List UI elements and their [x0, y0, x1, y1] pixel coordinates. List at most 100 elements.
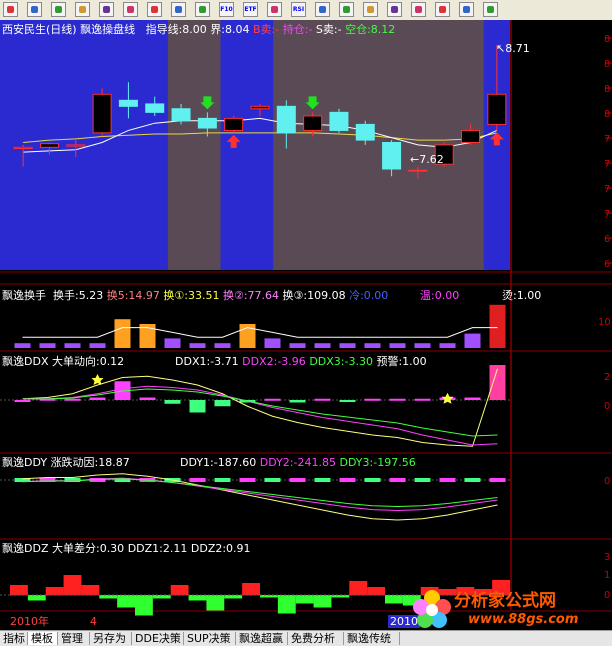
- tab-7[interactable]: 免费分析: [288, 632, 344, 645]
- turnover-bar-12: [314, 343, 331, 348]
- dollar-icon[interactable]: [363, 2, 378, 17]
- ddx-dir: 大单动向:0.12: [51, 355, 125, 368]
- line-chart-icon[interactable]: [27, 2, 42, 17]
- ddy-bar-16: [414, 478, 431, 482]
- candle-body-4: [118, 99, 138, 107]
- turnover-bar-0: [14, 343, 31, 348]
- candle-body-13: [355, 123, 375, 141]
- ddx2-value: DDX2:-3.96: [242, 355, 306, 368]
- calc-icon[interactable]: [315, 2, 330, 17]
- ytick-label: 7: [604, 184, 610, 195]
- candle-body-12: [329, 111, 349, 131]
- ddz-ytick: 1: [604, 570, 610, 581]
- tab-4[interactable]: DDE决策: [132, 632, 184, 645]
- puzzle-icon[interactable]: [387, 2, 402, 17]
- ddx-ytick: 0: [604, 401, 610, 412]
- tab-6[interactable]: 飘逸超赢: [236, 632, 288, 645]
- watermark-logo: 分析家公式网 www.88gs.com: [410, 587, 610, 631]
- f10-icon[interactable]: F10: [219, 2, 234, 17]
- ddy-bar-13: [339, 478, 356, 482]
- turnover-h1: 换①:33.51: [163, 289, 220, 302]
- watermark-url: www.88gs.com: [468, 612, 579, 627]
- etf-icon[interactable]: ETF: [243, 2, 258, 17]
- alert-star-icon: [441, 392, 454, 404]
- turnover-bar-10: [264, 338, 281, 348]
- turnover-bar-2: [64, 343, 81, 348]
- ddz-area-17: [313, 595, 332, 608]
- ddx-bar-18: [464, 397, 481, 400]
- turnover-warm: 温:0.00: [420, 289, 460, 302]
- ddz-area-11: [206, 595, 225, 611]
- ddz2-value: DDZ2:0.91: [190, 542, 251, 555]
- ddz-area-9: [170, 585, 189, 596]
- stock-chart: 888877776610200310: [0, 20, 612, 616]
- pencil-icon[interactable]: [411, 2, 426, 17]
- ddy3-value: DDY3:-197.56: [339, 456, 416, 469]
- b-sell-value: B卖:-: [253, 23, 280, 36]
- candle-icon[interactable]: [75, 2, 90, 17]
- ddz-area-13: [242, 583, 260, 596]
- candle-body-10: [276, 105, 296, 134]
- tab-5[interactable]: SUP决策: [184, 632, 236, 645]
- ddy2-value: DDY2:-241.85: [259, 456, 336, 469]
- tab-8[interactable]: 飘逸传统: [344, 632, 400, 645]
- candle-body-1: [39, 143, 59, 148]
- ytick-label: 8: [604, 59, 610, 70]
- candle-body-15: [408, 169, 428, 172]
- turnover-name: 飘逸换手: [2, 289, 46, 302]
- ddx-bar-12: [314, 398, 331, 401]
- eye-icon[interactable]: [195, 2, 210, 17]
- ytick-label: 6: [604, 259, 610, 270]
- turnover-bar-8: [214, 343, 231, 348]
- ddy-bar-11: [289, 478, 306, 482]
- rsi-icon[interactable]: RSI: [291, 2, 306, 17]
- tab-2[interactable]: 管理: [58, 632, 90, 645]
- moon-icon[interactable]: [171, 2, 186, 17]
- tab-0[interactable]: 指标: [0, 632, 28, 645]
- percent-icon[interactable]: [51, 2, 66, 17]
- ddx-bar-13: [339, 400, 356, 402]
- turnover-h5: 换5:14.97: [106, 289, 160, 302]
- watermark-brand: 分析家公式网: [454, 591, 556, 611]
- timeline-month: 4: [90, 615, 97, 628]
- turnover-bar-14: [364, 343, 381, 348]
- up-arrow-icon[interactable]: [459, 2, 474, 17]
- turnover-h2: 换②:77.64: [222, 289, 280, 302]
- ddz-area-19: [349, 581, 368, 596]
- turnover-rate: 换手:5.23: [53, 289, 104, 302]
- ddy1-value: DDY1:-187.60: [180, 456, 257, 469]
- ddy-dir: 涨跌动因:18.87: [50, 456, 130, 469]
- people-icon[interactable]: [147, 2, 162, 17]
- ddx-bar-8: [214, 400, 231, 407]
- zoom-icon[interactable]: [99, 2, 114, 17]
- candle-body-2: [66, 144, 86, 147]
- ddx-name: 飘逸DDX: [2, 355, 49, 368]
- move-icon[interactable]: [435, 2, 450, 17]
- tab-bar: 指标 模板 管理 另存为 DDE决策 SUP决策 飘逸超赢 免费分析 飘逸传统: [0, 630, 612, 646]
- note-icon[interactable]: [339, 2, 354, 17]
- ddy-bar-19: [489, 478, 506, 482]
- ytick-label: 8: [604, 34, 610, 45]
- ddz-area-2: [45, 587, 64, 596]
- turnover-bar-4: [114, 319, 131, 348]
- ddx-bar-11: [289, 400, 306, 403]
- ddz-dir: 大单差分:0.30: [51, 542, 125, 555]
- ddz-area-10: [188, 595, 207, 601]
- low-annotation: ←7.62: [410, 153, 444, 166]
- tab-3[interactable]: 另存为: [90, 632, 132, 645]
- down-arrow-icon[interactable]: [483, 2, 498, 17]
- news-icon[interactable]: [267, 2, 282, 17]
- ddz-area-0: [10, 585, 28, 596]
- hold-value: 持仓:-: [282, 23, 313, 36]
- tab-1[interactable]: 模板: [28, 632, 58, 645]
- turnover-bar-18: [464, 333, 481, 348]
- candle-body-5: [145, 103, 165, 113]
- ddy-bar-9: [239, 478, 256, 482]
- tools-icon[interactable]: [123, 2, 138, 17]
- turnover-hot: 烫:1.00: [502, 289, 542, 302]
- ddy-bar-10: [264, 478, 281, 482]
- grid-icon[interactable]: [3, 2, 18, 17]
- shaded-range-0: [167, 20, 221, 270]
- turnover-bar-3: [89, 343, 106, 348]
- ddy-bar-15: [389, 478, 406, 482]
